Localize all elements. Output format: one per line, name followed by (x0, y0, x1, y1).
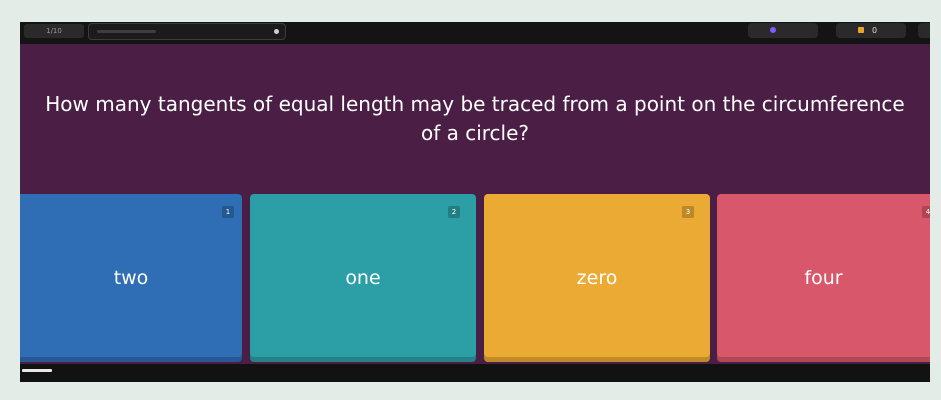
option-number-badge: 2 (448, 206, 460, 218)
bottom-indicator (22, 369, 52, 372)
answer-option-3[interactable]: 3 zero (484, 194, 710, 362)
question-text: How many tangents of equal length may be… (20, 90, 930, 148)
bottom-bar (20, 364, 930, 382)
streak-count: 0 (872, 26, 878, 35)
question-line-1: How many tangents of equal length may be… (45, 92, 905, 116)
progress-bar (88, 23, 286, 40)
option-label: zero (576, 267, 618, 289)
answer-option-1[interactable]: 1 two (20, 194, 242, 362)
question-line-2: of a circle? (420, 121, 530, 145)
progress-marker-icon (274, 29, 279, 34)
option-number-badge: 1 (222, 206, 234, 218)
option-number-badge: 4 (922, 206, 930, 218)
answer-option-4[interactable]: 4 four (717, 194, 930, 362)
option-number-badge: 3 (682, 206, 694, 218)
option-label: four (804, 267, 843, 289)
option-label: one (345, 267, 381, 289)
top-bar: 1/10 0 (20, 22, 930, 44)
answer-options: 1 two 2 one 3 zero 4 four (20, 194, 930, 366)
option-label: two (113, 267, 149, 289)
menu-button[interactable] (918, 23, 930, 38)
streak-icon (858, 27, 864, 33)
progress-fill (97, 30, 156, 33)
streak-counter: 0 (836, 23, 906, 38)
power-up-icon (770, 27, 776, 33)
question-counter: 1/10 (24, 24, 84, 38)
power-up-button[interactable] (748, 23, 818, 38)
quiz-screen: 1/10 0 How many tangents of equal length… (20, 22, 930, 382)
answer-option-2[interactable]: 2 one (250, 194, 476, 362)
